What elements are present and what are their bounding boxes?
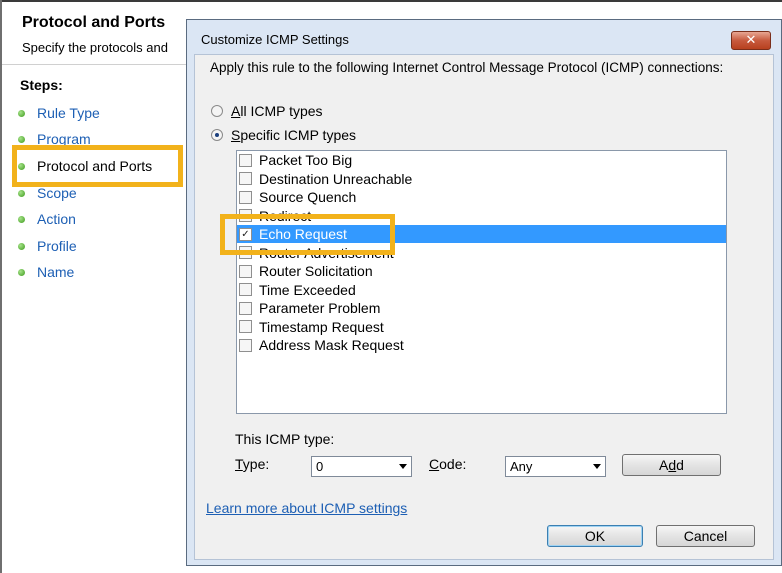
step-label: Action bbox=[37, 211, 76, 227]
mnemonic: S bbox=[231, 127, 241, 143]
item-label: Time Exceeded bbox=[259, 281, 356, 298]
type-select[interactable]: 0 bbox=[311, 456, 412, 477]
label-text: A bbox=[659, 457, 669, 473]
step-rule-type[interactable]: Rule Type bbox=[18, 103, 100, 123]
chevron-down-icon bbox=[593, 464, 601, 469]
icmp-types-list[interactable]: Packet Too Big Destination Unreachable S… bbox=[236, 150, 727, 414]
step-profile[interactable]: Profile bbox=[18, 236, 77, 256]
checkbox[interactable] bbox=[239, 153, 252, 167]
code-value: Any bbox=[510, 459, 533, 474]
window-border bbox=[0, 0, 2, 573]
chevron-down-icon bbox=[399, 464, 407, 469]
item-label: Source Quench bbox=[259, 189, 357, 205]
label-text: ype: bbox=[242, 456, 270, 472]
step-bullet-icon bbox=[18, 135, 25, 143]
close-icon: ✕ bbox=[745, 32, 757, 47]
mnemonic: d bbox=[668, 457, 677, 473]
mnemonic: A bbox=[231, 103, 241, 119]
highlight-box-current-step bbox=[12, 145, 183, 187]
list-item[interactable]: Packet Too Big bbox=[237, 151, 726, 169]
type-value: 0 bbox=[316, 459, 324, 474]
item-label: Packet Too Big bbox=[259, 152, 353, 168]
checkbox[interactable] bbox=[239, 264, 252, 278]
checkbox[interactable] bbox=[239, 172, 252, 185]
radio-label: All ICMP types bbox=[231, 103, 323, 119]
step-label: Profile bbox=[37, 238, 77, 254]
list-item[interactable]: Parameter Problem bbox=[237, 299, 726, 317]
label-text: ll ICMP types bbox=[240, 103, 323, 119]
step-label: Name bbox=[37, 264, 75, 280]
radio-label: Specific ICMP types bbox=[231, 127, 356, 143]
radio-specific-icmp-types[interactable]: Specific ICMP types bbox=[211, 126, 356, 144]
window-border bbox=[0, 0, 782, 2]
checkbox[interactable] bbox=[239, 283, 252, 296]
item-label: Address Mask Request bbox=[259, 337, 404, 353]
item-label: Destination Unreachable bbox=[259, 170, 413, 187]
step-bullet-icon bbox=[18, 268, 25, 276]
cancel-button[interactable]: Cancel bbox=[656, 525, 755, 547]
page-title: Protocol and Ports bbox=[22, 14, 166, 31]
item-label: Router Solicitation bbox=[259, 263, 373, 279]
intro-text: Apply this rule to the following Interne… bbox=[210, 60, 724, 75]
label-text: pecific ICMP types bbox=[240, 127, 357, 143]
list-item[interactable]: Router Solicitation bbox=[237, 262, 726, 280]
dialog-title: Customize ICMP Settings bbox=[201, 32, 349, 47]
step-label: Rule Type bbox=[37, 105, 100, 121]
steps-heading: Steps: bbox=[20, 77, 63, 93]
ok-button[interactable]: OK bbox=[547, 525, 643, 547]
step-bullet-icon bbox=[18, 109, 25, 117]
learn-more-link[interactable]: Learn more about ICMP settings bbox=[206, 500, 407, 516]
label-text: d bbox=[676, 457, 684, 473]
customize-icmp-dialog: Customize ICMP Settings ✕ Apply this rul… bbox=[186, 19, 782, 566]
radio-button[interactable] bbox=[211, 105, 223, 117]
step-bullet-icon bbox=[18, 189, 25, 197]
list-item[interactable]: Timestamp Request bbox=[237, 318, 726, 336]
radio-button[interactable] bbox=[211, 129, 223, 141]
checkbox[interactable] bbox=[239, 320, 252, 333]
step-action[interactable]: Action bbox=[18, 209, 76, 229]
item-label: Parameter Problem bbox=[259, 300, 381, 316]
checkbox[interactable] bbox=[239, 301, 252, 315]
add-button[interactable]: Add bbox=[622, 454, 721, 476]
type-label: Type: bbox=[235, 456, 269, 472]
list-item[interactable]: Source Quench bbox=[237, 188, 726, 206]
item-label: Timestamp Request bbox=[259, 318, 384, 335]
code-select[interactable]: Any bbox=[505, 456, 606, 477]
checkbox[interactable] bbox=[239, 338, 252, 352]
list-item[interactable]: Address Mask Request bbox=[237, 336, 726, 354]
list-item[interactable]: Destination Unreachable bbox=[237, 170, 726, 188]
dialog-body: Apply this rule to the following Interne… bbox=[194, 54, 774, 560]
close-button[interactable]: ✕ bbox=[731, 31, 771, 50]
highlight-box-echo-request bbox=[220, 214, 395, 255]
step-label: Scope bbox=[37, 185, 77, 201]
page-subtitle: Specify the protocols and bbox=[22, 40, 168, 55]
step-bullet-icon bbox=[18, 242, 25, 250]
checkbox[interactable] bbox=[239, 190, 252, 204]
step-name[interactable]: Name bbox=[18, 262, 74, 282]
radio-all-icmp-types[interactable]: All ICMP types bbox=[211, 102, 323, 120]
divider bbox=[2, 64, 202, 65]
list-item[interactable]: Time Exceeded bbox=[237, 281, 726, 299]
this-icmp-type-label: This ICMP type: bbox=[235, 431, 335, 447]
label-text: ode: bbox=[439, 456, 467, 472]
step-bullet-icon bbox=[18, 215, 25, 223]
mnemonic: C bbox=[429, 456, 440, 472]
mnemonic: T bbox=[235, 456, 243, 472]
code-label: Code: bbox=[429, 456, 466, 472]
